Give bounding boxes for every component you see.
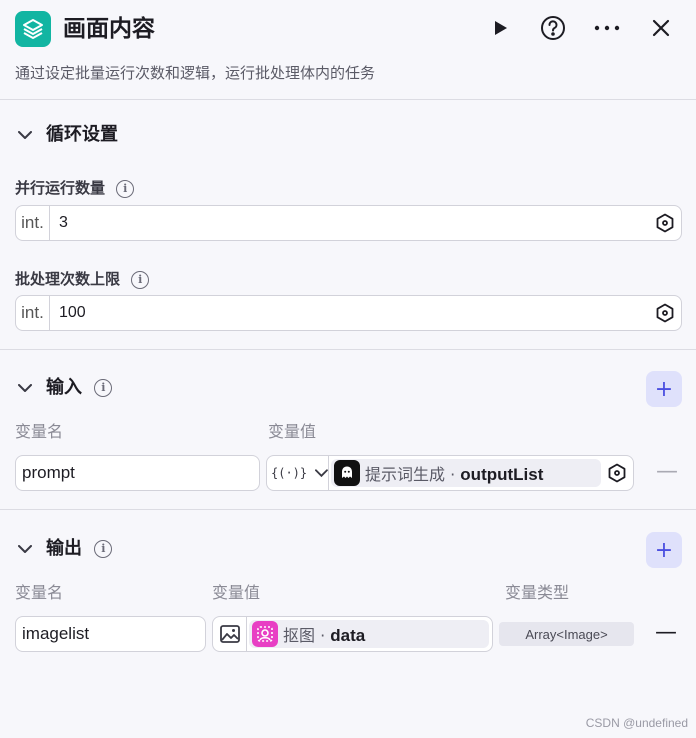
section-title: 循环设置 xyxy=(46,124,118,145)
parallel-count-input[interactable]: int. 3 xyxy=(15,205,682,241)
matting-icon xyxy=(252,621,278,647)
watermark: CSDN @undefined xyxy=(585,716,688,730)
type-tag: int. xyxy=(16,296,50,330)
separator: · xyxy=(320,626,326,645)
remove-input-button[interactable]: — xyxy=(656,461,678,483)
section-title: 输入 i xyxy=(46,373,113,403)
output-section-header[interactable]: 输出 i + xyxy=(0,532,696,568)
column-header-name: 变量名 xyxy=(15,583,64,602)
chevron-down-icon[interactable] xyxy=(14,124,36,146)
node-name-text: 抠图 xyxy=(283,626,316,645)
section-title-text: 输出 xyxy=(46,538,82,559)
chevron-down-icon xyxy=(315,468,328,477)
column-header-value: 变量值 xyxy=(268,422,317,441)
info-icon[interactable]: i xyxy=(94,379,113,397)
panel-title: 画面内容 xyxy=(63,16,155,42)
batch-limit-label: 批处理次数上限 i xyxy=(15,268,150,290)
node-variable: data xyxy=(330,626,366,645)
node-name-text: 提示词生成 xyxy=(365,465,446,484)
stepper-icon[interactable] xyxy=(655,303,675,323)
separator: · xyxy=(450,465,456,484)
add-output-button[interactable]: + xyxy=(646,532,682,568)
column-header-type: 变量类型 xyxy=(505,583,570,602)
node-variable: outputList xyxy=(460,465,544,484)
stepper-icon[interactable] xyxy=(607,463,627,483)
label-text: 并行运行数量 xyxy=(15,179,106,197)
batch-limit-input[interactable]: int. 100 xyxy=(15,295,682,331)
input-value[interactable]: 100 xyxy=(59,296,86,330)
parallel-count-label: 并行运行数量 i xyxy=(15,177,135,199)
reference-chip[interactable]: 抠图 · data xyxy=(249,620,489,648)
node-name: 提示词生成 · outputList xyxy=(365,461,543,485)
close-icon[interactable] xyxy=(646,13,676,43)
ghost-icon xyxy=(334,460,360,486)
layers-icon xyxy=(15,11,51,47)
input-variable-name-field[interactable]: prompt xyxy=(15,455,260,491)
node-name: 抠图 · data xyxy=(283,622,365,646)
label-text: 批处理次数上限 xyxy=(15,270,121,288)
divider xyxy=(0,509,696,510)
input-value[interactable]: 3 xyxy=(59,206,68,240)
output-variable-name-field[interactable]: imagelist xyxy=(15,616,206,652)
question-circle-icon[interactable] xyxy=(538,13,568,43)
column-header-value: 变量值 xyxy=(212,583,261,602)
section-title-text: 输入 xyxy=(46,377,82,398)
info-icon[interactable]: i xyxy=(94,540,113,558)
reference-chip[interactable]: 提示词生成 · outputList xyxy=(331,459,601,487)
panel-description: 通过设定批量运行次数和逻辑，运行批处理体内的任务 xyxy=(15,64,376,82)
more-horizontal-icon[interactable] xyxy=(592,13,622,43)
info-icon[interactable]: i xyxy=(116,179,135,198)
image-type-icon xyxy=(213,617,247,651)
ref-type-label: {(·)} xyxy=(271,466,308,480)
column-header-name: 变量名 xyxy=(15,422,64,441)
divider xyxy=(0,349,696,350)
chevron-down-icon[interactable] xyxy=(14,538,36,560)
variable-type-badge: Array<Image> xyxy=(499,622,634,646)
section-title: 输出 i xyxy=(46,534,113,564)
info-icon[interactable]: i xyxy=(131,270,150,289)
remove-output-button[interactable]: — xyxy=(655,622,677,644)
type-tag: int. xyxy=(16,206,50,240)
ref-type-select[interactable]: {(·)} xyxy=(267,456,329,490)
play-icon[interactable] xyxy=(485,13,515,43)
loop-settings-header[interactable]: 循环设置 xyxy=(0,120,696,150)
input-section-header[interactable]: 输入 i + xyxy=(0,371,696,407)
chevron-down-icon[interactable] xyxy=(14,377,36,399)
add-input-button[interactable]: + xyxy=(646,371,682,407)
input-variable-value-field[interactable]: {(·)} 提示词生成 · outputList xyxy=(266,455,634,491)
output-variable-value-field[interactable]: 抠图 · data xyxy=(212,616,493,652)
panel-header: 画面内容 通过设定批量运行次数和逻辑，运行批处理体内的任务 xyxy=(0,0,696,100)
stepper-icon[interactable] xyxy=(655,213,675,233)
